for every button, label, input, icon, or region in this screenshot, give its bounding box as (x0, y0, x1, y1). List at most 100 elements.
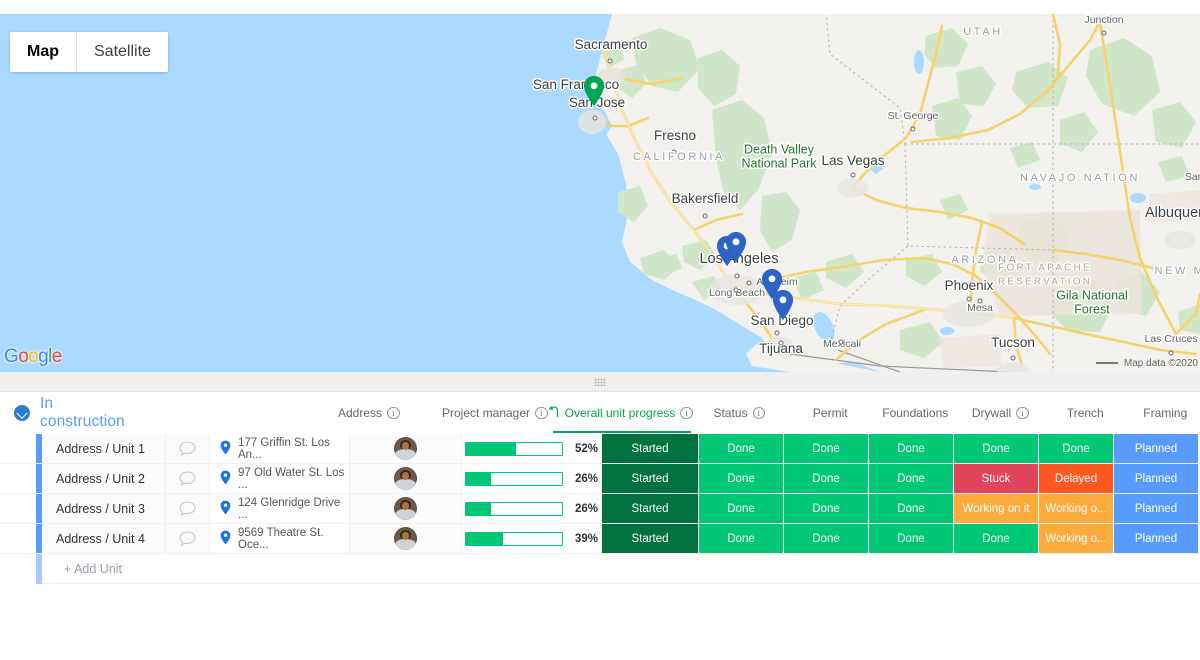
column-header-label: Address (338, 406, 383, 420)
map-marker-pin[interactable] (772, 289, 794, 326)
group-title[interactable]: In construction (40, 395, 125, 431)
info-icon[interactable]: i (1016, 406, 1029, 420)
info-icon[interactable]: i (387, 406, 400, 420)
cell-foundations[interactable]: Done (784, 494, 869, 523)
status-label: Started (631, 502, 669, 515)
cell-drywall[interactable]: Done (869, 494, 954, 523)
cell-conversation[interactable] (166, 434, 210, 463)
column-header-progress[interactable]: Overall unit progress i (548, 392, 693, 434)
cell-drywall[interactable]: Done (869, 524, 954, 553)
chevron-down-icon[interactable] (14, 405, 30, 421)
cell-drywall[interactable]: Done (869, 434, 954, 463)
cell-status[interactable]: Started (602, 464, 699, 493)
cell-permit[interactable]: Done (699, 434, 784, 463)
cell-drywall[interactable]: Done (869, 464, 954, 493)
cell-trench[interactable]: Done (954, 434, 1039, 463)
map-type-satellite[interactable]: Satellite (76, 32, 168, 72)
info-icon[interactable]: i (752, 406, 766, 420)
column-header-permit[interactable]: Permit (788, 392, 873, 434)
google-logo[interactable]: Google (4, 346, 62, 368)
cell-conversation[interactable] (166, 524, 210, 553)
cell-unit-name[interactable]: Address / Unit 2 (42, 464, 166, 493)
map-type-map[interactable]: Map (10, 32, 76, 72)
table-row[interactable]: Address / Unit 4 9569 Theatre St. Oce... 3… (0, 524, 1200, 554)
column-header-drywall[interactable]: Drywall i (958, 392, 1043, 434)
column-header-framing[interactable]: Framing (1128, 392, 1200, 434)
avatar[interactable] (394, 497, 417, 520)
header-spacer (125, 392, 255, 434)
column-header-status[interactable]: Status i (691, 392, 788, 434)
cell-overall-progress[interactable]: 39% (462, 524, 602, 553)
board-rows: Address / Unit 1 177 Griffin St. Los An..… (0, 434, 1200, 554)
column-header-address[interactable]: Address i (299, 392, 439, 434)
chat-bubble-icon[interactable] (179, 441, 196, 457)
map-marker-pin[interactable] (725, 231, 747, 268)
cell-electrical[interactable]: Planned (1114, 524, 1199, 553)
column-header-foundations[interactable]: Foundations (873, 392, 958, 434)
progress-percent-label: 26% (574, 472, 598, 485)
cell-permit[interactable]: Done (699, 524, 784, 553)
info-icon[interactable]: i (535, 406, 548, 420)
chat-bubble-icon[interactable] (179, 471, 196, 487)
cell-overall-progress[interactable]: 26% (462, 464, 602, 493)
map-panel[interactable]: Sacramento San Francisco San Jose Fresno Bak… (0, 14, 1200, 372)
cell-overall-progress[interactable]: 52% (462, 434, 602, 463)
cell-foundations[interactable]: Done (784, 464, 869, 493)
map-attribution: Map data ©2020 (1095, 358, 1198, 369)
chat-bubble-icon[interactable] (179, 531, 196, 547)
cell-project-manager[interactable] (350, 434, 462, 463)
cell-status[interactable]: Started (602, 494, 699, 523)
status-label: Done (727, 502, 755, 515)
add-unit-button[interactable]: + Add Unit (42, 554, 1200, 584)
cell-unit-name[interactable]: Address / Unit 3 (42, 494, 166, 523)
cell-foundations[interactable]: Done (784, 524, 869, 553)
add-unit-row[interactable]: + Add Unit (0, 554, 1200, 584)
unit-name-label: Address / Unit 3 (56, 501, 145, 516)
cell-electrical[interactable]: Planned (1114, 464, 1199, 493)
cell-permit[interactable]: Done (699, 464, 784, 493)
cell-electrical[interactable]: Planned (1114, 434, 1199, 463)
column-header-pm[interactable]: Project manager i (439, 392, 551, 434)
cell-conversation[interactable] (166, 464, 210, 493)
cell-foundations[interactable]: Done (784, 434, 869, 463)
cell-conversation[interactable] (166, 494, 210, 523)
cell-trench[interactable]: Stuck (954, 464, 1039, 493)
cell-status[interactable]: Started (602, 524, 699, 553)
cell-framing[interactable]: Working o... (1039, 494, 1114, 523)
cell-address[interactable]: 97 Old Water St. Los ... (210, 464, 350, 493)
cell-unit-name[interactable]: Address / Unit 4 (42, 524, 166, 553)
cell-project-manager[interactable] (350, 494, 462, 523)
location-pin-icon (220, 470, 231, 488)
cell-address[interactable]: 177 Griffin St. Los An... (210, 434, 350, 463)
cell-address[interactable]: 124 Glenridge Drive ... (210, 494, 350, 523)
chat-bubble-icon[interactable] (179, 501, 196, 517)
avatar[interactable] (394, 437, 417, 460)
drag-handle-icon[interactable] (594, 377, 606, 386)
table-row[interactable]: Address / Unit 3 124 Glenridge Drive ... 2… (0, 494, 1200, 524)
cell-framing[interactable]: Delayed (1039, 464, 1114, 493)
cell-trench[interactable]: Done (954, 524, 1039, 553)
avatar[interactable] (394, 467, 417, 490)
cell-status[interactable]: Started (602, 434, 699, 463)
cell-framing[interactable]: Working o... (1039, 524, 1114, 553)
logo-letter: e (51, 346, 63, 367)
cell-framing[interactable]: Done (1039, 434, 1114, 463)
cell-unit-name[interactable]: Address / Unit 1 (42, 434, 166, 463)
map-type-switch[interactable]: Map Satellite (10, 32, 168, 72)
status-label: Working o... (1045, 502, 1107, 515)
cell-project-manager[interactable] (350, 524, 462, 553)
cell-trench[interactable]: Working on it (954, 494, 1039, 523)
table-row[interactable]: Address / Unit 1 177 Griffin St. Los An..… (0, 434, 1200, 464)
cell-address[interactable]: 9569 Theatre St. Oce... (210, 524, 350, 553)
cell-project-manager[interactable] (350, 464, 462, 493)
avatar[interactable] (394, 527, 417, 550)
cell-permit[interactable]: Done (699, 494, 784, 523)
column-header-trench[interactable]: Trench (1043, 392, 1128, 434)
info-icon[interactable]: i (680, 406, 693, 420)
map-marker-pin[interactable] (583, 75, 605, 112)
table-row[interactable]: Address / Unit 2 97 Old Water St. Los ...… (0, 464, 1200, 494)
cell-overall-progress[interactable]: 26% (462, 494, 602, 523)
cell-electrical[interactable]: Planned (1114, 494, 1199, 523)
panel-splitter[interactable] (0, 372, 1200, 392)
attribution-text: Map data ©2020 (1123, 358, 1198, 369)
